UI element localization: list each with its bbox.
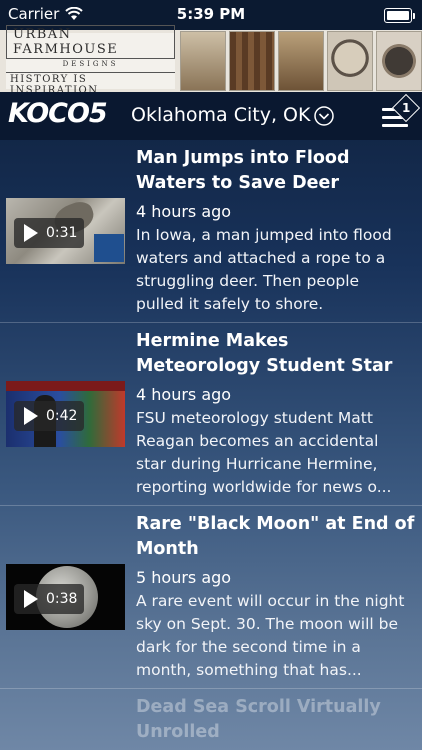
play-button[interactable]: 0:38 [14, 584, 84, 614]
story-time: 5 hours ago [136, 568, 232, 587]
story-title[interactable]: Hermine Makes Meteorology Student Star [136, 329, 416, 379]
play-button[interactable]: 0:31 [14, 218, 84, 248]
location-selector[interactable]: Oklahoma City, OK [131, 104, 310, 126]
story-description: FSU meteorology student Matt Reagan beco… [136, 409, 392, 496]
video-duration: 0:38 [46, 591, 78, 607]
story-description: In Iowa, a man jumped into flood waters … [136, 226, 392, 313]
chevron-down-icon[interactable] [314, 106, 334, 126]
ad-product-images [180, 31, 422, 91]
video-thumbnail[interactable]: 0:38 [6, 564, 125, 630]
story-time: 4 hours ago [136, 202, 232, 221]
ad-brand: URBAN FARMHOUSE [6, 24, 175, 59]
play-icon [24, 224, 38, 242]
station-logo[interactable]: KOCO5 [8, 98, 108, 129]
story-item[interactable]: Dead Sea Scroll Virtually Unrolled [0, 689, 422, 750]
video-thumbnail[interactable]: 0:42 [6, 381, 125, 447]
story-item[interactable]: 0:31 Man Jumps into Flood Waters to Save… [0, 140, 422, 323]
ad-product-image [180, 31, 226, 91]
play-icon [24, 407, 38, 425]
story-time: 4 hours ago [136, 385, 232, 404]
play-icon [24, 590, 38, 608]
story-description: A rare event will occur in the night sky… [136, 592, 405, 679]
video-duration: 0:42 [46, 408, 78, 424]
video-duration: 0:31 [46, 225, 78, 241]
ad-product-image [278, 31, 324, 91]
story-item[interactable]: 0:42 Hermine Makes Meteorology Student S… [0, 323, 422, 506]
ad-logo: URBAN FARMHOUSE DESIGNS HISTORY IS INSPI… [6, 24, 175, 98]
ad-product-image [376, 31, 422, 91]
nav-bar: KOCO5 Oklahoma City, OK [0, 92, 422, 140]
story-title[interactable]: Rare "Black Moon" at End of Month [136, 512, 416, 562]
ad-product-image [327, 31, 373, 91]
ad-brand-sub: DESIGNS [62, 59, 119, 68]
notification-count: 1 [401, 100, 411, 115]
story-title[interactable]: Dead Sea Scroll Virtually Unrolled [136, 695, 416, 745]
clock: 5:39 PM [176, 5, 246, 23]
ad-product-image [229, 31, 275, 91]
story-item[interactable]: 0:38 Rare "Black Moon" at End of Month 5… [0, 506, 422, 689]
battery-icon [384, 8, 415, 23]
video-thumbnail[interactable]: 0:31 [6, 198, 125, 264]
play-button[interactable]: 0:42 [14, 401, 84, 431]
ad-banner[interactable]: URBAN FARMHOUSE DESIGNS HISTORY IS INSPI… [0, 24, 422, 98]
story-title[interactable]: Man Jumps into Flood Waters to Save Deer [136, 146, 416, 196]
